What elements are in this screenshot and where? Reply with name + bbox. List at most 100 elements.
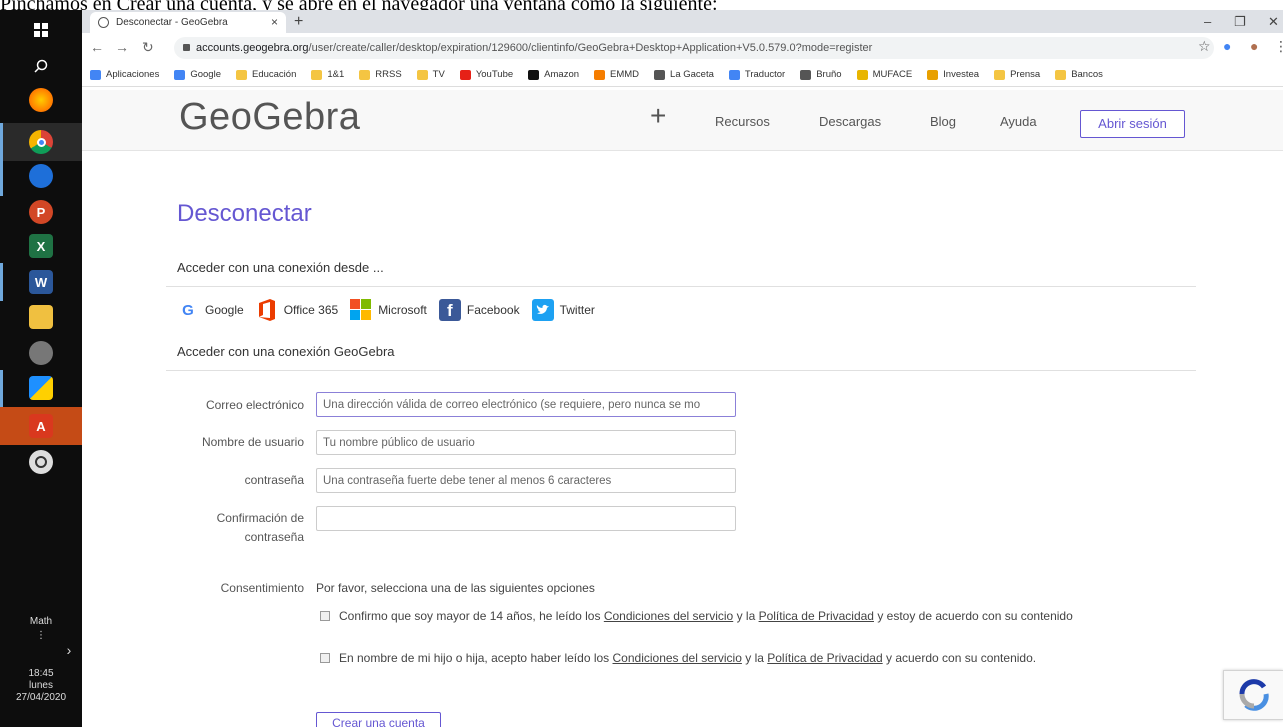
browser-tab[interactable]: Desconectar - GeoGebra × [90,12,286,33]
bookmark-item[interactable]: EMMD [594,69,639,80]
provider-twitter[interactable]: Twitter [531,299,595,321]
consent-option-parent[interactable]: En nombre de mi hijo o hija, acepto habe… [320,651,1036,665]
word-icon[interactable]: W [29,270,53,294]
folder-icon [235,69,247,80]
facebook-icon: f [438,299,461,321]
confirm-password-field[interactable] [316,506,736,531]
new-tab-button[interactable]: + [294,10,303,33]
consent-checkbox-adult[interactable] [320,611,330,621]
email-label: Correo electrónico [205,398,304,412]
active-indicator [0,370,3,408]
nav-recursos[interactable]: Recursos [715,114,770,129]
bookmark-item[interactable]: MUFACE [856,69,912,80]
privacy-policy-link[interactable]: Política de Privacidad [767,651,882,665]
edge-icon[interactable] [29,164,53,188]
geogebra-page: GeoGebra + Recursos Descargas Blog Ayuda… [82,90,1283,727]
avatar-icon[interactable]: ● [1250,38,1258,54]
bookmark-item[interactable]: Educación [235,69,297,80]
site-header: GeoGebra + Recursos Descargas Blog Ayuda… [82,90,1283,151]
windows-start-icon[interactable] [29,18,53,42]
terms-of-service-link[interactable]: Condiciones del servicio [604,609,733,623]
apps-grid-icon [90,69,101,80]
profile-icon[interactable]: ● [1223,38,1231,54]
provider-office365[interactable]: Office 365 [256,299,338,321]
consent-text: y acuerdo con su contenido. [882,651,1037,665]
nav-blog[interactable]: Blog [930,114,956,129]
provider-facebook[interactable]: f Facebook [438,299,520,321]
office365-icon [256,299,278,321]
windows-taskbar: P X W A Math ⋮ › 18:45 lunes 27/04/2020 [0,10,82,727]
firefox-icon[interactable] [29,88,53,112]
email-field[interactable] [316,392,736,417]
reload-icon[interactable]: ↻ [142,39,154,56]
maximize-icon[interactable]: ❐ [1234,10,1246,33]
star-icon[interactable]: ☆ [1198,38,1211,55]
bookmark-item[interactable]: Investea [927,69,979,80]
bookmark-label: Investea [943,69,980,80]
bookmark-item[interactable]: Amazon [528,69,579,80]
bookmark-item[interactable]: Prensa [994,69,1040,80]
bookmark-item[interactable]: RRSS [359,69,402,80]
plus-icon[interactable]: + [650,100,666,132]
clock-day: lunes [29,680,53,691]
consent-option-adult[interactable]: Confirmo que soy mayor de 14 años, he le… [320,609,1073,623]
bookmark-item[interactable]: 1&1 [311,69,344,80]
image-viewer-icon[interactable] [29,376,53,400]
lock-icon [183,44,190,51]
password-label: contraseña [244,473,304,487]
bookmark-label: EMMD [610,69,640,80]
bookmark-item[interactable]: YouTube [459,69,513,80]
geogebra-logo[interactable]: GeoGebra [179,96,360,139]
tab-strip: Desconectar - GeoGebra × + – ❐ ✕ [82,10,1283,33]
terms-of-service-link[interactable]: Condiciones del servicio [613,651,742,665]
confirm-password-label-line2: contraseña [244,530,304,544]
create-account-button[interactable]: Crear una cuenta [316,712,441,727]
bookmark-item[interactable]: Traductor [728,69,785,80]
login-button[interactable]: Abrir sesión [1080,110,1185,138]
bookmark-label: 1&1 [327,69,345,80]
divider [166,286,1196,287]
acrobat-icon[interactable]: A [29,414,53,438]
bookmark-item[interactable]: Bruño [800,69,842,80]
bookmark-item[interactable]: TV [416,69,445,80]
active-indicator [0,123,3,161]
chrome-icon[interactable] [29,130,53,154]
bookmark-item[interactable]: Bancos [1055,69,1103,80]
app-icon[interactable] [29,341,53,365]
powerpoint-icon[interactable]: P [29,200,53,224]
consent-label: Consentimiento [220,581,304,595]
bookmark-label: Educación [251,69,297,80]
nav-descargas[interactable]: Descargas [819,114,881,129]
password-field[interactable] [316,468,736,493]
username-field[interactable] [316,430,736,455]
menu-icon[interactable]: ⋮ [1274,38,1283,55]
file-explorer-icon[interactable] [29,305,53,329]
bookmark-label: TV [432,69,445,80]
active-indicator [0,263,3,301]
forward-arrow-icon[interactable]: → [115,39,129,55]
privacy-policy-link[interactable]: Política de Privacidad [759,609,874,623]
excel-icon[interactable]: X [29,234,53,258]
browser-chrome: Desconectar - GeoGebra × + – ❐ ✕ ← → ↻ a… [82,10,1283,90]
nav-ayuda[interactable]: Ayuda [1000,114,1037,129]
close-tab-icon[interactable]: × [271,12,278,33]
close-window-icon[interactable]: ✕ [1268,10,1279,33]
geogebra-taskbar-icon[interactable] [29,450,53,474]
bookmark-label: Prensa [1010,69,1041,80]
bookmark-item[interactable]: La Gaceta [654,69,714,80]
provider-label: Twitter [559,303,595,317]
recaptcha-badge[interactable] [1223,670,1283,720]
bookmark-item[interactable]: Google [174,69,221,80]
bookmark-item[interactable]: Aplicaciones [90,69,159,80]
address-bar[interactable]: accounts.geogebra.org/user/create/caller… [174,37,1214,59]
provider-microsoft[interactable]: Microsoft [350,299,427,321]
clock-date: 27/04/2020 [15,692,67,703]
provider-google[interactable]: G Google [177,299,244,321]
bookmark-label: Bruño [816,69,842,80]
back-arrow-icon[interactable]: ← [90,39,104,55]
search-icon[interactable] [29,54,53,78]
globe-icon [800,69,812,80]
minimize-icon[interactable]: – [1204,10,1211,33]
bookmarks-bar: Aplicaciones Google Educación 1&1 RRSS TV YouT… [82,63,1283,87]
consent-checkbox-parent[interactable] [320,653,330,663]
